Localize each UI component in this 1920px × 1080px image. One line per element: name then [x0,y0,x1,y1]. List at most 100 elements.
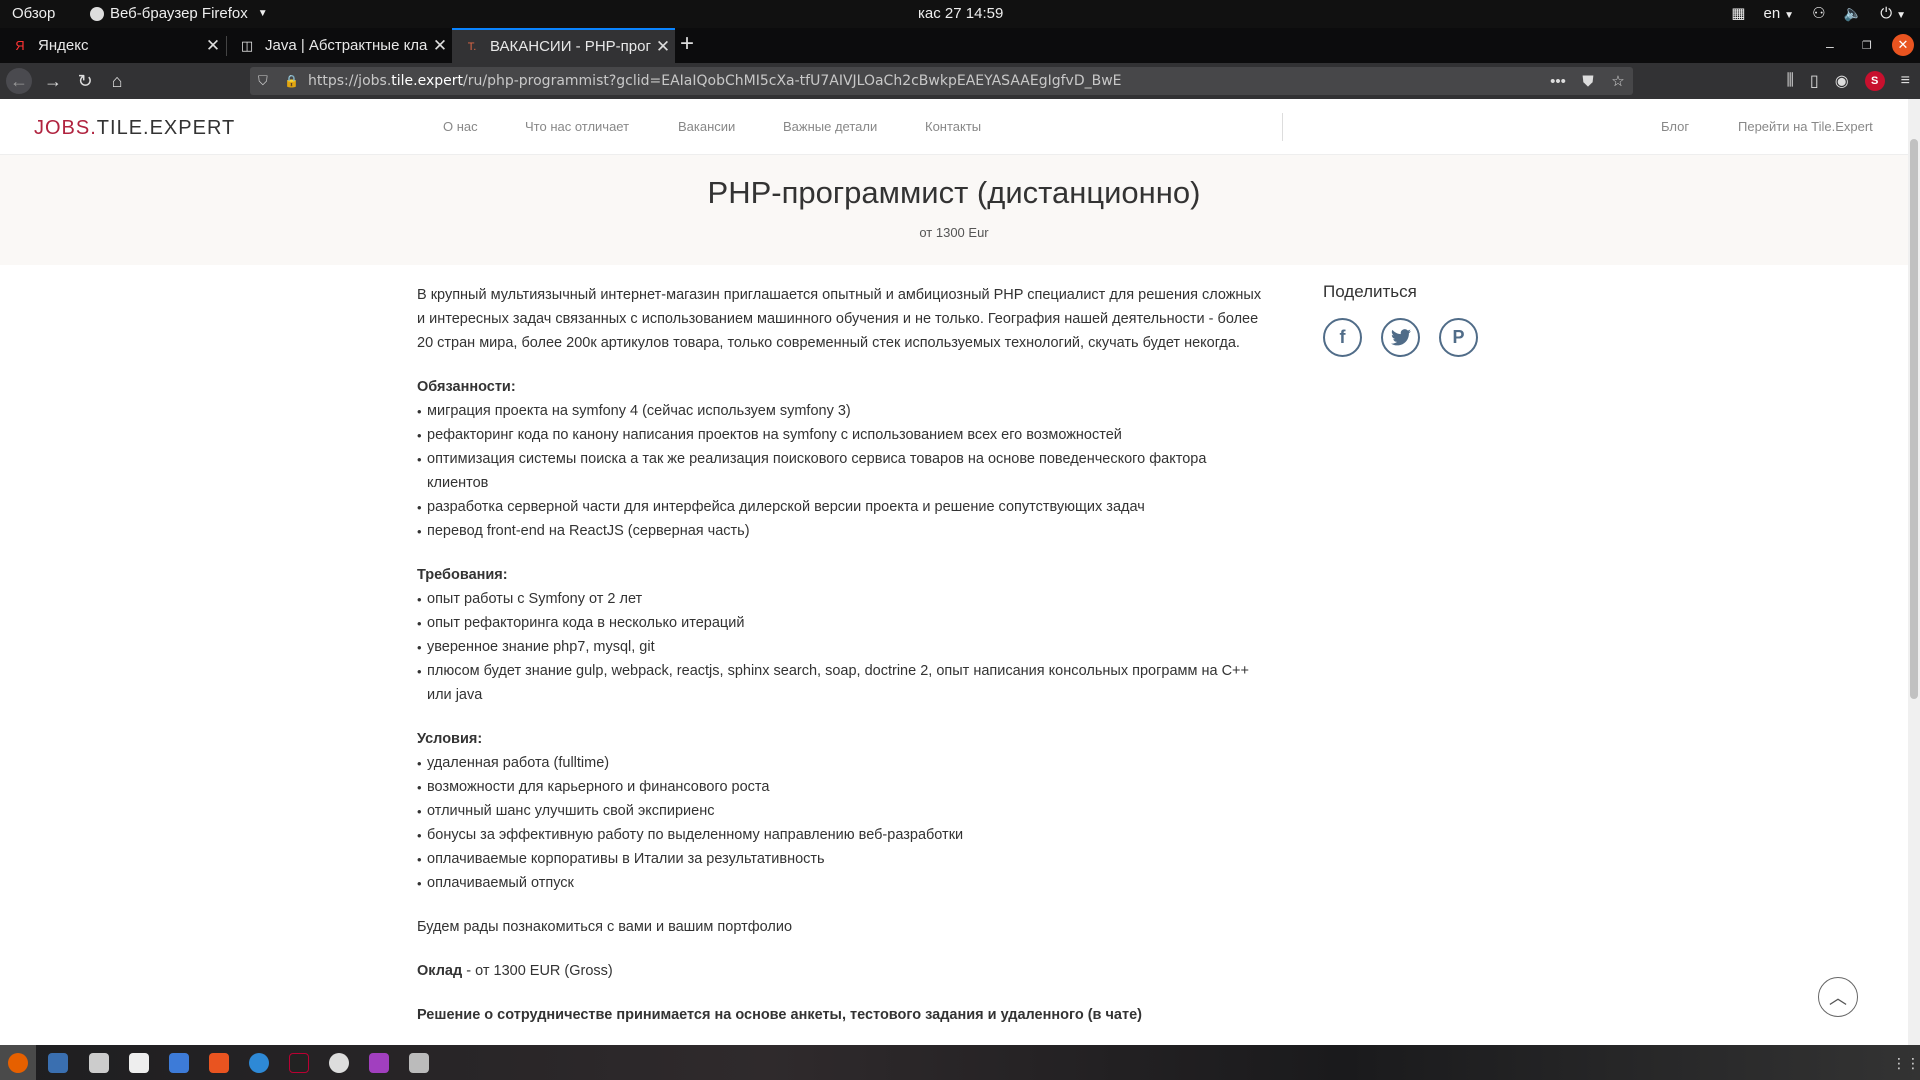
reload-button[interactable]: ↻ [72,68,98,94]
url-path: /ru/php-programmist?gclid=EAIaIQobChMI5c… [463,73,1122,89]
app-menu[interactable]: Веб-браузер Firefox ▼ [90,5,268,22]
disk-icon[interactable] [329,1053,349,1073]
software-center-icon[interactable] [209,1053,229,1073]
list-item: возможности для карьерного и финансового… [417,775,1267,800]
tile-expert-icon: T. [467,40,477,53]
minimize-button[interactable]: – [1826,28,1834,63]
intellij-icon[interactable] [289,1053,309,1073]
trash-icon[interactable] [409,1053,429,1073]
pocket-icon[interactable]: ⛊ [1573,73,1603,90]
app-name: Веб-браузер Firefox [110,5,248,22]
intro-paragraph: В крупный мультиязычный интернет-магазин… [417,287,1262,351]
nav-contacts[interactable]: Контакты [925,119,981,134]
rhythmbox-icon[interactable] [129,1053,149,1073]
files-icon[interactable] [89,1053,109,1073]
sidebar-icon[interactable]: ▯ [1810,71,1819,91]
list-item: уверенное знание php7, mysql, git [417,635,1267,660]
scroll-to-top-button[interactable]: ︿ [1818,977,1858,1017]
page-icon: ◫ [240,37,254,53]
system-tray: ▦ en ▼ ⚇ 🔈 ⏻ ▼ [1731,4,1906,23]
home-button[interactable]: ⌂ [104,68,130,94]
scrollbar-thumb[interactable] [1910,139,1918,699]
chevron-down-icon: ▼ [1896,9,1906,21]
twitter-bird-glyph [1390,329,1411,346]
salary-value: - от 1300 EUR (Gross) [462,963,613,979]
page-actions-icon[interactable]: ••• [1543,73,1573,90]
nav-blog[interactable]: Блог [1661,119,1689,134]
thunderbird-icon[interactable] [48,1053,68,1073]
nav-details[interactable]: Важные детали [783,119,877,134]
url-domain: tile.expert [391,73,464,89]
share-title: Поделиться [1323,282,1417,301]
site-header: JOBS.TILE.EXPERT О нас Что нас отличает … [0,99,1908,155]
account-icon[interactable]: ◉ [1835,71,1849,91]
show-applications-icon[interactable]: ⋮⋮⋮ [1892,1055,1920,1072]
logo-jobs: JOBS. [34,117,97,139]
close-icon[interactable]: ✕ [201,36,225,56]
clock[interactable]: кас 27 14:59 [918,5,1003,22]
restore-button[interactable]: ❐ [1862,28,1872,63]
tab-yandex[interactable]: Я Яндекс ✕ [0,28,225,63]
activities-button[interactable]: Обзор [12,5,55,22]
requirements-heading: Требования: [417,567,508,583]
share-icons: f P [1323,318,1478,357]
firefox-icon [90,6,104,21]
chevron-down-icon: ▼ [1784,9,1795,21]
url-bar[interactable]: ⛉ 🔒 https://jobs.tile.expert/ru/php-prog… [250,67,1633,95]
toolbar-icons: ⫼ ▯ ◉ S ≡ [1787,71,1910,91]
nav-difference[interactable]: Что нас отличает [525,119,629,134]
job-description: В крупный мультиязычный интернет-магазин… [417,283,1267,1045]
pinterest-icon[interactable]: P [1439,318,1478,357]
writer-icon[interactable] [169,1053,189,1073]
close-icon[interactable]: ✕ [428,36,452,56]
nav-go-tile-expert[interactable]: Перейти на Tile.Expert [1738,119,1873,134]
extension-icon[interactable]: S [1864,71,1885,91]
firefox-icon[interactable] [8,1053,28,1073]
video-icon[interactable] [369,1053,389,1073]
menu-icon[interactable]: ≡ [1901,72,1910,90]
close-icon[interactable]: ✕ [651,37,675,57]
url-prefix: https://jobs. [308,73,392,89]
navigation-toolbar: ← → ↻ ⌂ ⛉ 🔒 https://jobs.tile.expert/ru/… [0,63,1920,99]
list-item: опыт работы с Symfony от 2 лет [417,587,1267,612]
tab-java[interactable]: ◫ Java | Абстрактные кла ✕ [227,28,452,63]
nav-vacancies[interactable]: Вакансии [678,119,735,134]
twitter-icon[interactable] [1381,318,1420,357]
power-icon[interactable]: ⏻ ▼ [1880,5,1906,22]
web-page: JOBS.TILE.EXPERT О нас Что нас отличает … [0,99,1908,1045]
window-close-button[interactable]: ✕ [1892,34,1914,56]
list-item: оплачиваемый отпуск [417,871,1267,896]
page-scrollbar[interactable] [1908,99,1920,1045]
conditions-list: удаленная работа (fulltime) возможности … [417,751,1267,896]
bookmark-star-icon[interactable]: ☆ [1603,72,1633,90]
shield-icon[interactable]: ⛉ [258,73,274,89]
browser-tab-strip: Я Яндекс ✕ ◫ Java | Абстрактные кла ✕ T.… [0,28,1920,63]
list-item: миграция проекта на symfony 4 (сейчас ис… [417,399,1267,424]
nav-divider [1282,113,1283,141]
list-item: оптимизация системы поиска а так же реал… [417,447,1267,495]
facebook-icon[interactable]: f [1323,318,1362,357]
language-label: en [1763,4,1781,22]
library-icon[interactable]: ⫼ [1787,72,1794,90]
tab-vacancies[interactable]: T. ВАКАНСИИ - PHP-прогр ✕ [452,28,675,63]
logo-tile-expert: TILE.EXPERT [96,117,236,139]
tab-title: ВАКАНСИИ - PHP-прогр [490,38,651,55]
lock-icon[interactable]: 🔒 [284,74,300,88]
list-item: опыт рефакторинга кода в несколько итера… [417,611,1267,636]
new-tab-button[interactable]: + [680,30,694,58]
list-item: оплачиваемые корпоративы в Италии за рез… [417,847,1267,872]
back-button[interactable]: ← [6,68,32,94]
share-panel: Поделиться f P [1323,282,1478,357]
salary-line: Оклад - от 1300 EUR (Gross) [417,959,1267,983]
url-text[interactable]: https://jobs.tile.expert/ru/php-programm… [308,73,1543,89]
site-logo[interactable]: JOBS.TILE.EXPERT [34,117,235,140]
nav-about[interactable]: О нас [443,119,478,134]
screen: Обзор Веб-браузер Firefox ▼ кас 27 14:59… [0,0,1920,1080]
help-icon[interactable] [249,1053,269,1073]
keyboard-icon[interactable]: ▦ [1731,4,1745,22]
language-indicator[interactable]: en ▼ [1763,5,1794,22]
network-icon[interactable]: ⚇ [1812,4,1825,22]
volume-icon[interactable]: 🔈 [1844,4,1863,22]
forward-button[interactable]: → [40,68,66,94]
decision-paragraph: Решение о сотрудничестве принимается на … [417,1003,1267,1027]
